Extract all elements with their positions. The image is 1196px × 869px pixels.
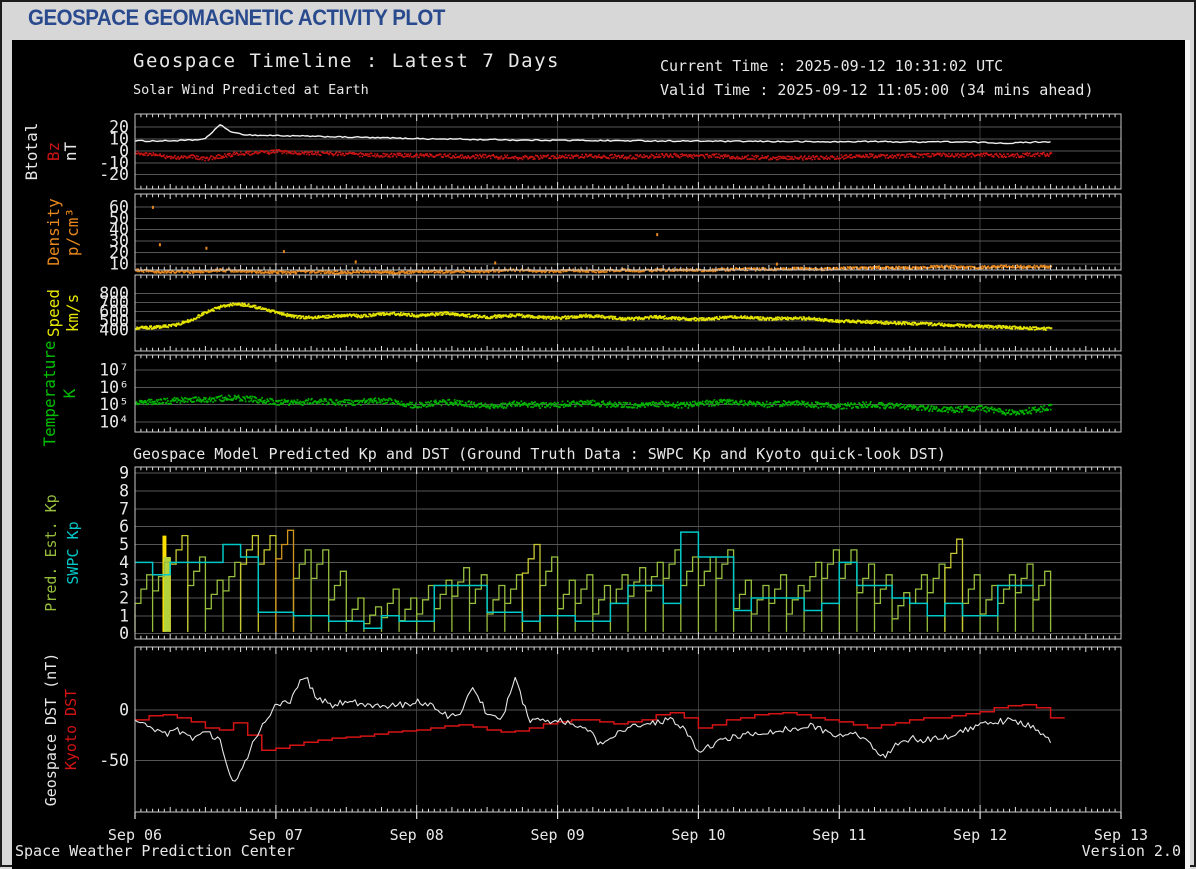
axis-label-p-cm-: p/cm³ (63, 208, 82, 256)
footer-version-label: Version 2.0 (1081, 842, 1181, 860)
current-time-label: Current Time : 2025-09-12 10:31:02 UTC (660, 57, 1004, 75)
ytick-label: -50 (99, 751, 129, 770)
xtick-label: Sep 09 (530, 826, 584, 844)
ytick-label: 1 (119, 606, 129, 625)
ytick-label: 10⁶ (99, 378, 129, 397)
ytick-label: 10⁵ (99, 395, 129, 414)
axis-label-swpc-kp: SWPC Kp (64, 521, 82, 584)
valid-time-label: Valid Time : 2025-09-12 11:05:00 (34 min… (660, 81, 1094, 99)
xtick-label: Sep 12 (953, 826, 1007, 844)
axis-label-nt: nT (61, 142, 80, 162)
ytick-label: 6 (119, 517, 129, 536)
ytick-label: 10⁴ (99, 412, 129, 431)
ytick-label: 10 (109, 254, 129, 273)
ytick-label: 10⁷ (99, 361, 129, 380)
ytick-label: 0 (119, 624, 129, 643)
axis-label-geospace-dst-nt-: Geospace DST (nT) (42, 653, 60, 807)
ytick-label: 7 (119, 499, 129, 518)
page-title: GEOSPACE GEOMAGNETIC ACTIVITY PLOT (28, 5, 445, 30)
xtick-label: Sep 10 (671, 826, 725, 844)
ytick-label: 8 (119, 482, 129, 501)
ytick-label: 0 (119, 700, 129, 719)
ytick-label: 3 (119, 571, 129, 590)
axis-label-kyoto-dst: Kyoto DST (62, 689, 80, 770)
axis-label-km-s: km/s (63, 294, 82, 333)
footer-source-label: Space Weather Prediction Center (15, 842, 295, 860)
panel-speed: 800700600500400Speed km/s (44, 274, 1122, 352)
kp-dst-section-title: Geospace Model Predicted Kp and DST (Gro… (133, 445, 946, 463)
panel-temperature: 10⁷10⁶10⁵10⁴ Temperature K (40, 341, 1122, 447)
xtick-label: Sep 11 (812, 826, 866, 844)
plot-window: 20 10 0 -10 -20 Btotal Bz nT 60 50 40 30 20 10 Density… (12, 40, 1185, 869)
axis-label-k: K (60, 388, 79, 398)
panel-dst: 0 -50 Geospace DST (nT) Kyoto DST (42, 646, 1122, 813)
axis-label-btotal: Btotal (22, 123, 41, 181)
panel-bfield: 20100-10-20Btotal BznT (22, 113, 1122, 190)
panel-kp: 9876543210 Pred. Est. Kp SWPC Kp (42, 464, 1122, 643)
axis-label-speed: Speed (44, 289, 63, 337)
axis-label-density: Density (44, 198, 63, 266)
xtick-label: Sep 08 (390, 826, 444, 844)
panel-density: 605040302010Density p/cm³ (44, 193, 1122, 275)
solar-wind-subtitle: Solar Wind Predicted at Earth (133, 82, 369, 98)
geospace-activity-page: { "page": { "title": "GEOSPACE GEOMAGNET… (0, 0, 1196, 869)
ytick-label: 2 (119, 589, 129, 608)
x-axis: Sep 06 Sep 07 Sep 08 Sep 09 Sep 10 Sep 11 Sep … (108, 812, 1148, 844)
ytick-label: 9 (119, 464, 129, 483)
window-edge-strip (1185, 40, 1190, 869)
axis-label-pred-est-kp: Pred. Est. Kp (42, 494, 60, 611)
ytick-label: 400 (99, 320, 129, 339)
axis-label-temperature: Temperature (40, 341, 59, 447)
ytick-label: -20 (99, 165, 129, 184)
ytick-label: 5 (119, 535, 129, 554)
ytick-label: 4 (119, 553, 129, 572)
chart-title: Geospace Timeline : Latest 7 Days (133, 50, 560, 72)
